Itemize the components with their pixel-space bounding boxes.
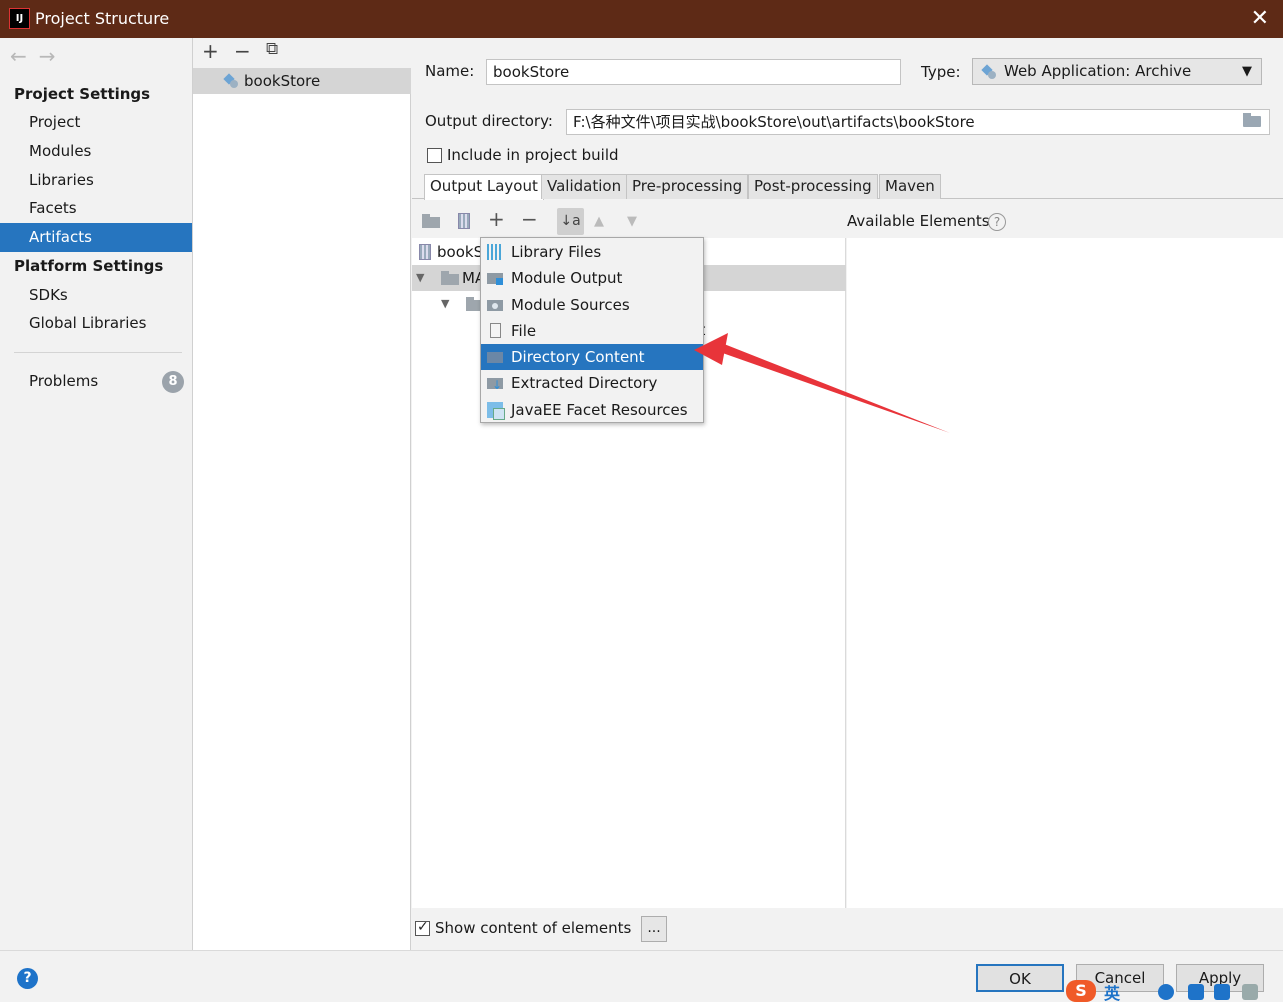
ime-toolbar: S 英 [1062, 978, 1283, 1002]
help-icon[interactable]: ? [17, 968, 38, 989]
annotation-arrow-head [694, 333, 728, 365]
annotation-arrow-shaft [714, 342, 950, 433]
keyboard-icon[interactable] [1214, 984, 1230, 1000]
user-icon[interactable] [1242, 984, 1258, 1000]
ok-button[interactable]: OK [976, 964, 1064, 992]
microphone-icon[interactable] [1188, 984, 1204, 1000]
sogou-logo[interactable]: S [1066, 980, 1096, 1002]
emoji-icon[interactable] [1158, 984, 1174, 1000]
ime-mode-indicator[interactable]: 英 [1104, 980, 1120, 1002]
annotation-arrow-icon [694, 333, 950, 433]
